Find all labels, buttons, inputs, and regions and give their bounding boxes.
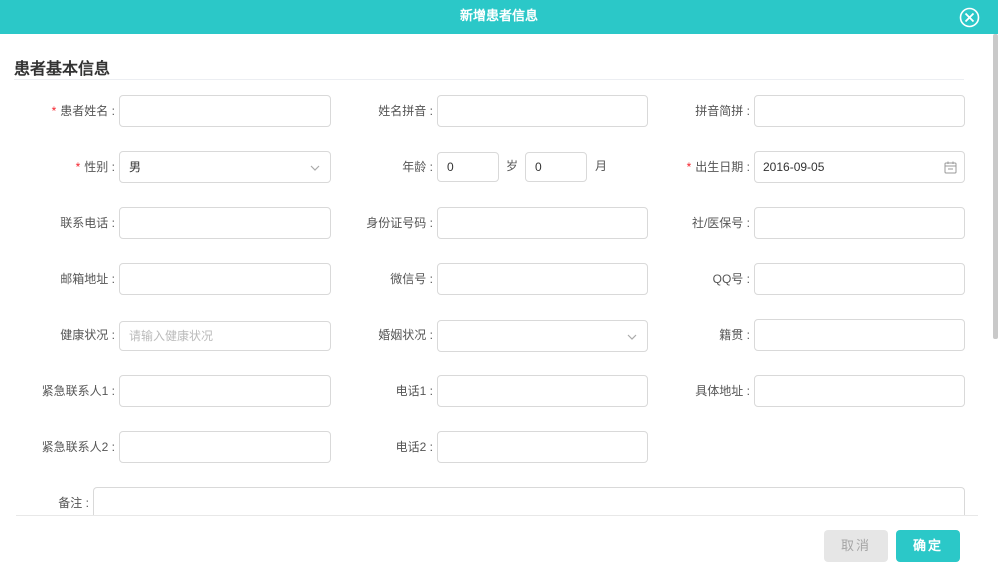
qq-label: QQ号 :	[712, 272, 750, 286]
qq-input[interactable]	[754, 263, 965, 295]
age-label: 年龄 :	[402, 160, 433, 174]
phone-1-label: 电话1 :	[395, 384, 433, 398]
native-place-input[interactable]	[754, 319, 965, 351]
health-label: 健康状况 :	[60, 328, 115, 342]
birth-date-value: 2016-09-05	[763, 160, 825, 174]
birth-date-label: * 出生日期 :	[686, 160, 750, 174]
phone-2-label: 电话2 :	[395, 440, 433, 454]
age-years-input[interactable]	[437, 152, 499, 182]
age-years-unit: 岁	[506, 159, 519, 173]
emergency-contact-2-label: 紧急联系人2 :	[41, 440, 115, 454]
chevron-down-icon	[627, 334, 637, 340]
pinyin-short-input[interactable]	[754, 95, 965, 127]
phone-label: 联系电话 :	[60, 216, 115, 230]
native-place-label: 籍贯 :	[719, 328, 750, 342]
emergency-contact-1-label: 紧急联系人1 :	[41, 384, 115, 398]
age-months-unit: 月	[595, 159, 608, 173]
name-input[interactable]	[119, 95, 331, 127]
address-input[interactable]	[754, 375, 965, 407]
gender-label: * 性别 :	[75, 160, 115, 174]
marital-select[interactable]	[437, 320, 648, 352]
name-label: * 患者姓名 :	[51, 104, 115, 118]
id-number-label: 身份证号码 :	[366, 216, 433, 230]
social-security-label: 社/医保号 :	[691, 216, 750, 230]
age-months-input[interactable]	[525, 152, 587, 182]
emergency-contact-2-input[interactable]	[119, 431, 331, 463]
pinyin-short-label: 拼音简拼 :	[695, 104, 750, 118]
chevron-down-icon	[310, 165, 320, 171]
gender-select[interactable]: 男	[119, 151, 331, 183]
dialog-header: 新增患者信息	[0, 0, 998, 34]
marital-label: 婚姻状况 :	[378, 328, 433, 342]
address-label: 具体地址 :	[695, 384, 750, 398]
required-mark: *	[686, 160, 692, 174]
email-input[interactable]	[119, 263, 331, 295]
scrollbar[interactable]	[993, 34, 998, 339]
emergency-contact-1-input[interactable]	[119, 375, 331, 407]
confirm-button[interactable]: 确定	[896, 530, 960, 562]
wechat-input[interactable]	[437, 263, 648, 295]
calendar-icon[interactable]	[944, 161, 957, 174]
id-number-input[interactable]	[437, 207, 648, 239]
social-security-input[interactable]	[754, 207, 965, 239]
phone-1-input[interactable]	[437, 375, 648, 407]
dialog-title: 新增患者信息	[459, 8, 538, 23]
cancel-button[interactable]: 取消	[824, 530, 888, 562]
pinyin-label: 姓名拼音 :	[378, 104, 433, 118]
required-mark: *	[75, 160, 81, 174]
pinyin-input[interactable]	[437, 95, 648, 127]
gender-value: 男	[129, 160, 142, 174]
required-mark: *	[51, 104, 57, 118]
email-label: 邮箱地址 :	[60, 272, 115, 286]
phone-input[interactable]	[119, 207, 331, 239]
close-icon[interactable]	[959, 7, 980, 28]
section-title: 患者基本信息	[14, 61, 111, 78]
birth-date-picker[interactable]: 2016-09-05	[754, 151, 965, 183]
wechat-label: 微信号 :	[390, 272, 433, 286]
health-input[interactable]	[119, 321, 331, 351]
phone-2-input[interactable]	[437, 431, 648, 463]
section-divider	[14, 79, 964, 80]
